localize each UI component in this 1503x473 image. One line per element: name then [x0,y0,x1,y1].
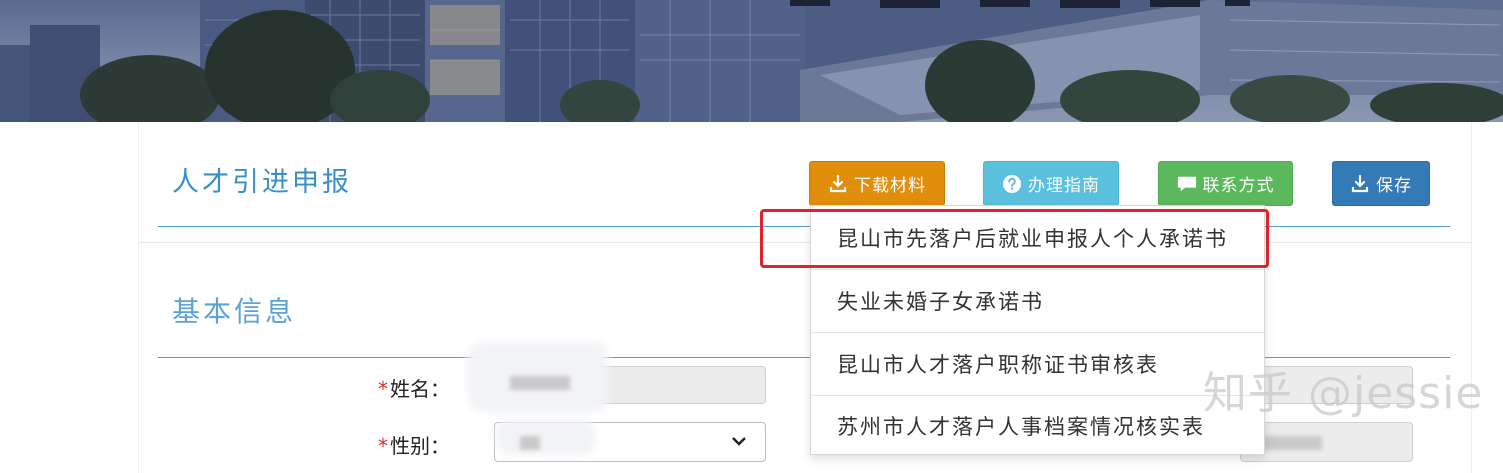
save-label: 保存 [1376,176,1412,196]
highlight-box [760,209,1269,268]
header-banner [0,0,1503,122]
name-label: * 姓名： [378,377,450,401]
save-button[interactable]: 保存 [1332,161,1430,206]
guide-button[interactable]: 办理指南 [983,161,1119,206]
contact-button[interactable]: 联系方式 [1158,161,1293,206]
menu-item-title-certificate[interactable]: 昆山市人才落户职称证书审核表 [811,333,1264,396]
menu-item-archive-verification[interactable]: 苏州市人才落户人事档案情况核实表 [811,396,1264,456]
section-title: 基本信息 [172,295,297,328]
question-circle-icon [1002,174,1022,194]
watermark: 知乎 @jessie [1203,368,1484,419]
redacted-value [510,376,570,390]
contact-label: 联系方式 [1202,176,1275,196]
required-mark: * [378,377,388,401]
comment-icon [1177,174,1197,194]
menu-item-unmarried-children[interactable]: 失业未婚子女承诺书 [811,270,1264,333]
guide-label: 办理指南 [1028,176,1100,196]
page-title: 人才引进申报 [172,167,352,198]
redacted-value [520,436,540,450]
redacted-value [1262,436,1322,450]
download-icon [828,174,848,194]
banner-image [0,0,1503,122]
chevron-down-icon [732,437,746,446]
redaction-blur [496,420,596,455]
download-materials-label: 下载材料 [854,176,926,196]
save-download-icon [1350,174,1370,194]
download-materials-button[interactable]: 下载材料 [809,161,945,206]
required-mark: * [378,434,388,458]
